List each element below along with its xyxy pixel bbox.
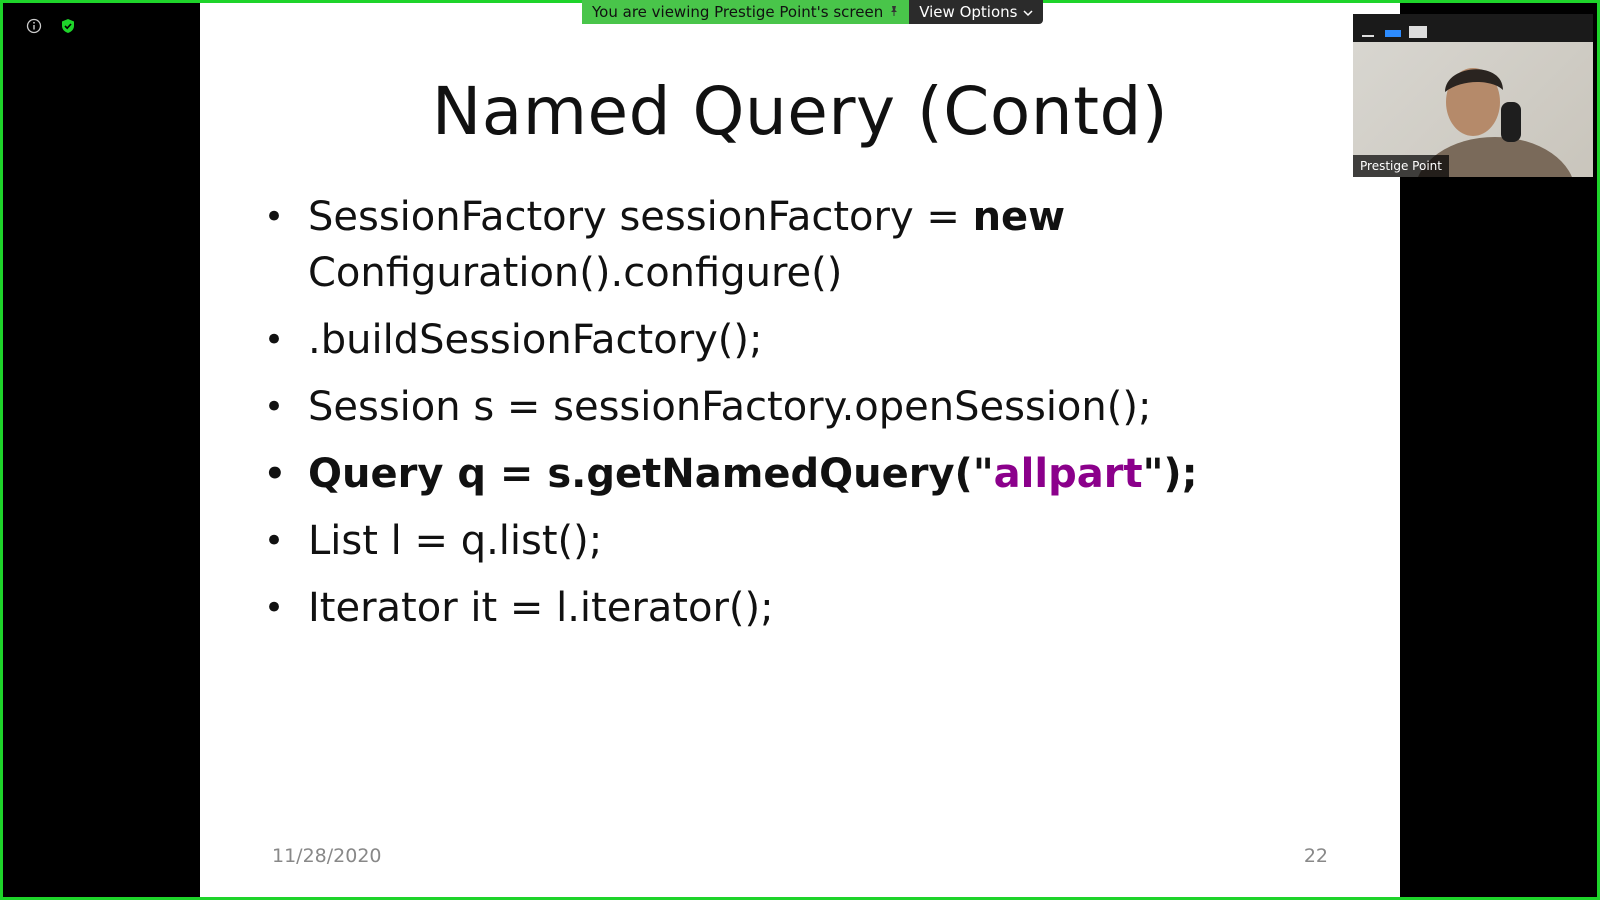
viewing-banner: You are viewing Prestige Point's screen (582, 0, 910, 24)
bullet-item: • SessionFactory sessionFactory = new Co… (262, 189, 1362, 301)
bullet-text: Session s = sessionFactory.openSession()… (308, 384, 1152, 430)
speaker-view-icon[interactable] (1385, 23, 1401, 37)
bullet-item: • Iterator it = l.iterator(); (262, 580, 1362, 636)
view-options-label: View Options (919, 3, 1018, 21)
bullet-text: Query q = s.getNamedQuery(" (308, 451, 994, 497)
bullet-item: • Session s = sessionFactory.openSession… (262, 379, 1362, 435)
view-options-button[interactable]: View Options (909, 0, 1044, 24)
viewing-banner-text: You are viewing Prestige Point's screen (592, 3, 884, 21)
slide-title: Named Query (Contd) (431, 73, 1169, 150)
bullet-text-line2: Configuration().configure() (308, 250, 843, 296)
video-window-controls (1353, 14, 1593, 42)
info-icon[interactable] (25, 17, 43, 35)
participant-name-label: Prestige Point (1353, 155, 1449, 177)
pin-icon (889, 0, 899, 24)
meeting-status-icons (25, 17, 77, 35)
bullet-text: SessionFactory sessionFactory = (308, 194, 973, 240)
bullet-item: • .buildSessionFactory(); (262, 312, 1362, 368)
bullet-keyword: new (972, 194, 1066, 240)
bullet-dot: • (264, 588, 285, 628)
slide-page-number: 22 (1303, 845, 1328, 867)
slide-date: 11/28/2020 (272, 845, 382, 867)
bullet-dot: • (264, 521, 285, 561)
minimize-icon[interactable] (1361, 23, 1375, 37)
bullet-text: List l = q.list(); (308, 518, 603, 564)
bullet-dot: • (264, 454, 286, 494)
slide-bullet-list: • SessionFactory sessionFactory = new Co… (262, 189, 1362, 647)
bullet-text-end: "); (1142, 451, 1198, 497)
gallery-view-icon[interactable] (1409, 23, 1427, 38)
bullet-dot: • (264, 197, 285, 237)
bullet-text: .buildSessionFactory(); (308, 317, 763, 363)
bullet-item: • Query q = s.getNamedQuery("allpart"); (262, 446, 1362, 502)
chevron-down-icon (1023, 0, 1033, 24)
participant-video-window[interactable]: Prestige Point (1353, 14, 1593, 177)
shared-slide: Named Query (Contd) • SessionFactory ses… (200, 3, 1400, 897)
bullet-highlight: allpart (993, 451, 1143, 497)
screen-share-banner: You are viewing Prestige Point's screen … (582, 0, 1044, 24)
bullet-dot: • (264, 320, 285, 360)
bullet-item: • List l = q.list(); (262, 513, 1362, 569)
bullet-text: Iterator it = l.iterator(); (308, 585, 774, 631)
bullet-dot: • (264, 387, 285, 427)
shield-check-icon[interactable] (59, 17, 77, 35)
